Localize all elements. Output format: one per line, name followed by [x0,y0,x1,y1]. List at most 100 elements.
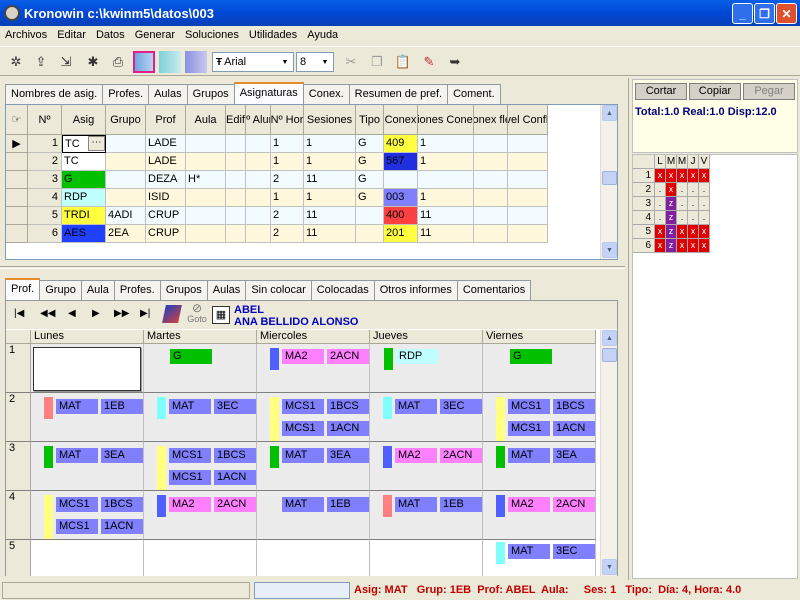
class-chip[interactable]: MAT [56,399,98,414]
grid-view-2-icon[interactable] [159,51,181,73]
table-cell[interactable]: 201 [384,225,418,243]
timetable-slot[interactable] [257,540,370,576]
table-cell[interactable] [226,225,246,243]
class-chip[interactable]: 2ACN [327,349,369,364]
class-chip[interactable]: 2ACN [553,497,595,512]
mini-cell[interactable]: z [666,239,677,253]
font-name-select[interactable]: Ŧ Arial ▼ [212,52,294,72]
table-cell[interactable]: 400 [384,207,418,225]
table-cell[interactable] [356,225,384,243]
tab-profes-[interactable]: Profes. [113,280,161,300]
class-chip[interactable]: MAT [508,544,550,559]
tab-conex-[interactable]: Conex. [302,84,350,104]
table-cell[interactable]: ISID [146,189,186,207]
scroll-up-icon[interactable]: ▲ [602,105,617,121]
table-cell[interactable] [246,153,271,171]
mini-cell[interactable]: x [699,225,710,239]
class-chip[interactable]: 3EA [553,448,595,463]
table-cell[interactable]: G [356,171,384,189]
table-cell[interactable]: 1 [418,135,474,153]
table-cell[interactable]: 2 [28,153,62,171]
table-cell[interactable]: 1 [304,153,356,171]
class-chip[interactable]: MAT [395,497,437,512]
mini-cell[interactable]: . [677,183,688,197]
table-cell[interactable] [474,189,508,207]
table-cell[interactable] [106,135,146,153]
mini-cell[interactable]: . [688,183,699,197]
minimize-button[interactable]: _ [732,3,753,24]
fast-forward-icon[interactable]: ▶▶ [114,308,129,319]
restore-button[interactable]: ❐ [754,3,775,24]
table-cell[interactable] [186,153,226,171]
table-cell[interactable] [356,207,384,225]
tab-colocadas[interactable]: Colocadas [310,280,375,300]
previous-icon[interactable]: ◀ [68,308,76,319]
table-cell[interactable]: 1 [28,135,62,153]
table-cell[interactable]: 2 [271,171,304,189]
mini-cell[interactable]: x [677,239,688,253]
tab-aulas[interactable]: Aulas [148,84,188,104]
tab-coment-[interactable]: Coment. [447,84,501,104]
row-indicator[interactable] [6,171,28,189]
table-cell[interactable] [508,171,548,189]
mini-cell[interactable]: x [655,169,666,183]
table-cell[interactable] [106,171,146,189]
table-cell[interactable]: 1 [271,153,304,171]
timetable-slot[interactable] [370,540,483,576]
class-chip[interactable]: 1BCS [327,399,369,414]
mini-cell[interactable]: x [655,225,666,239]
table-cell[interactable] [508,135,548,153]
table-cell[interactable]: 11 [304,171,356,189]
mini-cell[interactable]: x [655,239,666,253]
mini-cell[interactable]: . [655,197,666,211]
mini-cell[interactable]: z [666,225,677,239]
tab-asignaturas[interactable]: Asignaturas [233,82,304,104]
grid-view-1-icon[interactable] [133,51,155,73]
close-button[interactable]: ✕ [776,3,797,24]
table-cell[interactable] [226,207,246,225]
class-chip[interactable]: MAT [169,399,211,414]
class-chip[interactable]: G [170,349,212,364]
table-cell[interactable]: 6 [28,225,62,243]
table-cell[interactable] [508,207,548,225]
mini-cell[interactable]: . [655,183,666,197]
tab-aula[interactable]: Aula [80,280,115,300]
mini-cell[interactable]: x [699,239,710,253]
last-record-icon[interactable]: ▶| [140,308,150,319]
table-cell[interactable]: G [356,135,384,153]
class-chip[interactable]: 1ACN [214,470,256,485]
tab-grupos[interactable]: Grupos [186,84,235,104]
class-chip[interactable]: 1EB [101,399,143,414]
new-icon[interactable]: ✲ [5,51,27,73]
class-chip[interactable]: 3EC [214,399,256,414]
tab-profes-[interactable]: Profes. [102,84,150,104]
class-chip[interactable]: 3EC [553,544,595,559]
row-indicator[interactable] [6,189,28,207]
table-cell[interactable]: 1 [418,189,474,207]
table-cell[interactable]: 1 [271,189,304,207]
mini-cell[interactable]: . [688,197,699,211]
timetable-slot[interactable] [144,540,257,576]
mini-cell[interactable]: . [699,183,710,197]
scroll-down-icon[interactable]: ▼ [602,242,617,258]
table-cell[interactable]: AES [62,225,106,243]
table-cell[interactable]: LADE [146,153,186,171]
table-cell[interactable]: 2 [271,207,304,225]
export-icon[interactable]: ⇲ [55,51,77,73]
table-cell[interactable] [246,135,271,153]
class-chip[interactable]: MA2 [282,349,324,364]
first-record-icon[interactable]: |◀ [14,308,24,319]
mini-cell[interactable]: x [688,169,699,183]
mini-cell[interactable]: . [677,197,688,211]
tab-sin-colocar[interactable]: Sin colocar [245,280,312,300]
menu-soluciones[interactable]: Soluciones [180,29,244,41]
tab-nombres-de-asig-[interactable]: Nombres de asig. [5,84,104,104]
clipboard-button-copiar[interactable]: Copiar [689,83,741,100]
menu-archivos[interactable]: Archivos [0,29,52,41]
table-cell[interactable]: 11 [304,207,356,225]
cut-icon[interactable]: ✂ [340,51,362,73]
menu-generar[interactable]: Generar [130,29,180,41]
table-cell[interactable]: 2 [271,225,304,243]
class-chip[interactable]: MA2 [395,448,437,463]
table-cell[interactable]: 409 [384,135,418,153]
